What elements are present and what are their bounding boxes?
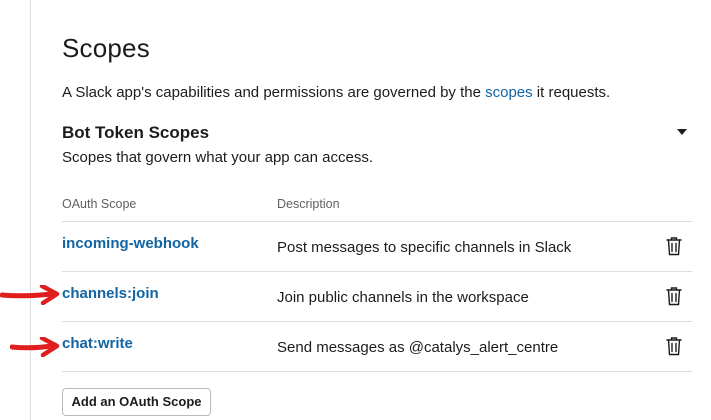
scope-name-incoming-webhook[interactable]: incoming-webhook — [62, 235, 199, 252]
divider — [62, 321, 692, 322]
intro-text: A Slack app's capabilities and permissio… — [62, 84, 610, 101]
divider — [62, 221, 692, 222]
scope-name-chat-write[interactable]: chat:write — [62, 335, 133, 352]
scope-description: Join public channels in the workspace — [277, 289, 529, 306]
scope-description: Post messages to specific channels in Sl… — [277, 239, 572, 256]
red-arrow-annotation — [0, 285, 60, 305]
scopes-link[interactable]: scopes — [485, 84, 533, 101]
trash-icon[interactable] — [665, 336, 683, 356]
column-header-oauth-scope: OAuth Scope — [62, 197, 137, 211]
intro-text-end: it requests. — [532, 84, 611, 101]
page-title: Scopes — [62, 33, 150, 63]
intro-text-start: A Slack app's capabilities and permissio… — [62, 84, 486, 101]
red-arrow-annotation — [10, 337, 60, 357]
divider — [62, 271, 692, 272]
column-header-description: Description — [277, 197, 340, 211]
bot-token-scopes-title: Bot Token Scopes — [62, 123, 210, 142]
add-oauth-scope-button[interactable]: Add an OAuth Scope — [62, 388, 211, 416]
caret-down-icon[interactable] — [677, 129, 687, 135]
bot-token-scopes-subtitle: Scopes that govern what your app can acc… — [62, 149, 374, 166]
trash-icon[interactable] — [665, 286, 683, 306]
scope-description: Send messages as @catalys_alert_centre — [277, 339, 559, 356]
scope-name-channels-join[interactable]: channels:join — [62, 285, 159, 302]
trash-icon[interactable] — [665, 236, 683, 256]
divider — [62, 371, 692, 372]
